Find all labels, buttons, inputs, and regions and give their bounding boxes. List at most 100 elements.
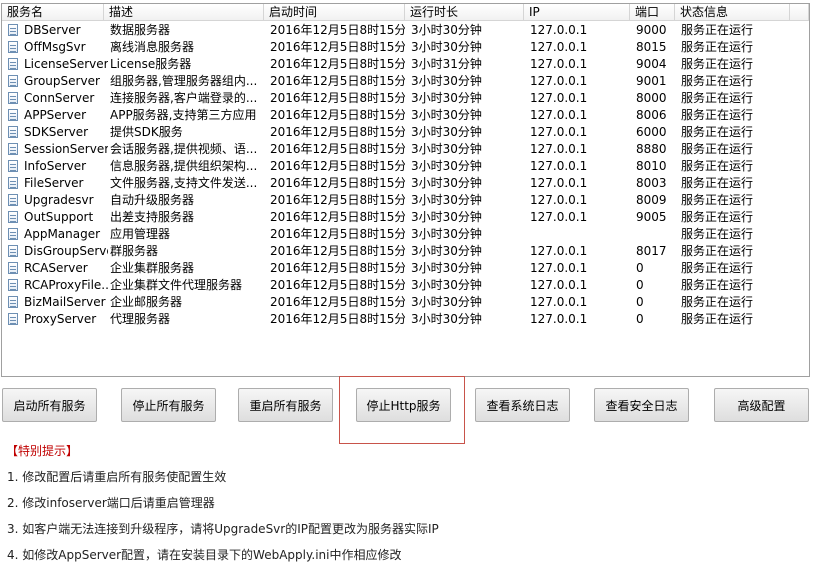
table-row[interactable]: OutSupport 出差支持服务器 2016年12月5日8时15分 3小时30分钟 1…	[2, 209, 809, 226]
service-icon	[8, 228, 18, 240]
cell-status: 服务正在运行	[681, 278, 754, 292]
cell-uptime: 3小时30分钟	[411, 159, 482, 173]
table-row[interactable]: FileServer 文件服务器,支持文件发送... 2016年12月5日8时15分…	[2, 175, 809, 192]
table-row[interactable]: DBServer 数据服务器 2016年12月5日8时15分 3小时30分钟 127.0…	[2, 22, 809, 39]
column-header-status[interactable]: 状态信息	[675, 4, 790, 21]
cell-ip: 127.0.0.1	[530, 261, 588, 275]
table-row[interactable]: OffMsgSvr 离线消息服务器 2016年12月5日8时15分 3小时30分钟 12…	[2, 39, 809, 56]
cell-service-name: SessionServer	[24, 142, 108, 156]
list-header: 服务名 描述 启动时间 运行时长 IP 端口 状态信息	[2, 4, 809, 22]
cell-status: 服务正在运行	[681, 74, 754, 88]
tip-item: 4. 如修改AppServer配置，请在安装目录下的WebApply.ini中作…	[7, 548, 402, 562]
cell-description: 提供SDK服务	[110, 125, 183, 139]
cell-status: 服务正在运行	[681, 244, 754, 258]
cell-port: 0	[636, 261, 644, 275]
cell-start-time: 2016年12月5日8时15分	[270, 312, 405, 326]
table-row[interactable]: SessionServer 会话服务器,提供视频、语... 2016年12月5日8时…	[2, 141, 809, 158]
table-row[interactable]: BizMailServer 企业邮服务器 2016年12月5日8时15分 3小时30分…	[2, 294, 809, 311]
table-row[interactable]: LicenseServer License服务器 2016年12月5日8时15分 3小…	[2, 56, 809, 73]
table-row[interactable]: Upgradesvr 自动升级服务器 2016年12月5日8时15分 3小时30分钟 1…	[2, 192, 809, 209]
service-icon	[8, 92, 18, 104]
table-row[interactable]: ProxyServer 代理服务器 2016年12月5日8时15分 3小时30分钟 12…	[2, 311, 809, 328]
cell-port	[632, 226, 675, 243]
column-header-name[interactable]: 服务名	[2, 4, 104, 21]
cell-service-name: GroupServer	[24, 74, 100, 88]
restart-all-services-button[interactable]: 重启所有服务	[238, 388, 333, 422]
cell-uptime: 3小时30分钟	[411, 74, 482, 88]
cell-port: 8000	[636, 91, 667, 105]
cell-service-name: DBServer	[24, 23, 81, 37]
cell-uptime: 3小时30分钟	[411, 227, 482, 241]
cell-status: 服务正在运行	[681, 159, 754, 173]
service-icon	[8, 211, 18, 223]
cell-ip: 127.0.0.1	[530, 295, 588, 309]
service-icon	[8, 126, 18, 138]
column-header-ip[interactable]: IP	[524, 4, 630, 21]
table-row[interactable]: RCAProxyFile... 企业集群文件代理服务器 2016年12月5日8时15…	[2, 277, 809, 294]
cell-uptime: 3小时30分钟	[411, 176, 482, 190]
table-row[interactable]: DisGroupServer群服务器 2016年12月5日8时15分 3小时30分钟…	[2, 243, 809, 260]
start-all-services-button[interactable]: 启动所有服务	[2, 388, 97, 422]
cell-service-name: ConnServer	[24, 91, 95, 105]
column-header-filler	[790, 4, 809, 21]
cell-description: 自动升级服务器	[110, 193, 195, 207]
cell-ip: 127.0.0.1	[530, 74, 588, 88]
service-icon	[8, 41, 18, 53]
cell-description: 组服务器,管理服务器组内...	[110, 74, 258, 88]
cell-description: 企业邮服务器	[110, 295, 183, 309]
cell-service-name: RCAServer	[24, 261, 88, 275]
stop-http-service-button[interactable]: 停止Http服务	[356, 388, 451, 422]
advanced-config-button[interactable]: 高级配置	[714, 388, 809, 422]
service-icon	[8, 279, 18, 291]
cell-service-name: AppManager	[24, 227, 101, 241]
column-header-start-time[interactable]: 启动时间	[264, 4, 405, 21]
table-row[interactable]: APPServer APP服务器,支持第三方应用 2016年12月5日8时15分 3小…	[2, 107, 809, 124]
table-row[interactable]: RCAServer 企业集群服务器 2016年12月5日8时15分 3小时30分钟 12…	[2, 260, 809, 277]
column-header-uptime[interactable]: 运行时长	[405, 4, 524, 21]
table-row[interactable]: GroupServer 组服务器,管理服务器组内... 2016年12月5日8时15…	[2, 73, 809, 90]
cell-ip: 127.0.0.1	[530, 210, 588, 224]
cell-port: 0	[636, 278, 644, 292]
cell-uptime: 3小时30分钟	[411, 40, 482, 54]
column-header-port[interactable]: 端口	[630, 4, 675, 21]
cell-port: 9000	[636, 23, 667, 37]
cell-uptime: 3小时30分钟	[411, 312, 482, 326]
service-icon	[8, 296, 18, 308]
cell-status: 服务正在运行	[681, 23, 754, 37]
cell-port: 0	[636, 295, 644, 309]
cell-service-name: DisGroupServer	[24, 244, 108, 258]
cell-service-name: InfoServer	[24, 159, 87, 173]
cell-status: 服务正在运行	[681, 57, 754, 71]
cell-ip: 127.0.0.1	[530, 312, 588, 326]
cell-uptime: 3小时30分钟	[411, 142, 482, 156]
cell-description: License服务器	[110, 57, 192, 71]
cell-port: 9005	[636, 210, 667, 224]
cell-service-name: BizMailServer	[24, 295, 106, 309]
cell-service-name: ProxyServer	[24, 312, 97, 326]
cell-start-time: 2016年12月5日8时15分	[270, 40, 405, 54]
cell-uptime: 3小时30分钟	[411, 91, 482, 105]
cell-ip: 127.0.0.1	[530, 244, 588, 258]
view-system-log-button[interactable]: 查看系统日志	[475, 388, 570, 422]
cell-ip: 127.0.0.1	[530, 57, 588, 71]
table-row[interactable]: SDKServer 提供SDK服务 2016年12月5日8时15分 3小时30分钟 12…	[2, 124, 809, 141]
cell-ip: 127.0.0.1	[530, 40, 588, 54]
table-row[interactable]: InfoServer 信息服务器,提供组织架构... 2016年12月5日8时15分…	[2, 158, 809, 175]
table-row[interactable]: ConnServer 连接服务器,客户端登录的... 2016年12月5日8时15分…	[2, 90, 809, 107]
cell-status: 服务正在运行	[681, 125, 754, 139]
stop-all-services-button[interactable]: 停止所有服务	[121, 388, 216, 422]
cell-service-name: OutSupport	[24, 210, 94, 224]
cell-status: 服务正在运行	[681, 227, 754, 241]
cell-service-name: SDKServer	[24, 125, 89, 139]
service-icon	[8, 143, 18, 155]
cell-service-name: FileServer	[24, 176, 84, 190]
cell-status: 服务正在运行	[681, 261, 754, 275]
services-list[interactable]: 服务名 描述 启动时间 运行时长 IP 端口 状态信息 DBServer 数据服务…	[1, 3, 810, 377]
cell-port: 8880	[636, 142, 667, 156]
cell-ip: 127.0.0.1	[530, 91, 588, 105]
tip-item: 2. 修改infoserver端口后请重启管理器	[7, 496, 215, 510]
cell-start-time: 2016年12月5日8时15分	[270, 244, 405, 258]
view-security-log-button[interactable]: 查看安全日志	[594, 388, 689, 422]
column-header-description[interactable]: 描述	[104, 4, 264, 21]
table-row[interactable]: AppManager 应用管理器 2016年12月5日8时15分 3小时30分钟 服务正…	[2, 226, 809, 243]
